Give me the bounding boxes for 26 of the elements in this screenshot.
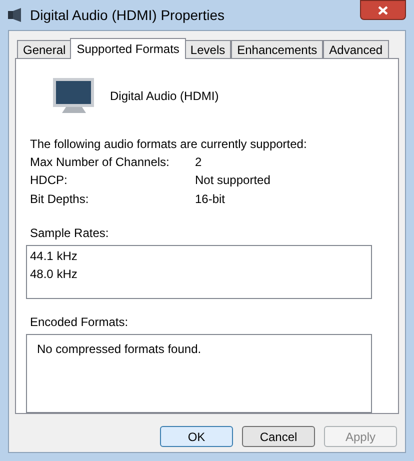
property-value: Not supported: [195, 172, 270, 190]
property-value: 16-bit: [195, 191, 226, 208]
property-value: 2: [195, 154, 202, 171]
tab[interactable]: Advanced: [323, 40, 389, 58]
sample-rates-list[interactable]: 44.1 kHz 48.0 kHz: [26, 245, 372, 300]
speaker-icon: [8, 8, 24, 22]
property-label: HDCP:: [30, 172, 68, 190]
dialog-button[interactable]: Cancel: [242, 426, 315, 447]
device-name: Digital Audio (HDMI): [110, 88, 219, 105]
list-item: 48.0 kHz: [30, 266, 78, 284]
tab[interactable]: Levels: [184, 40, 232, 58]
list-item: No compressed formats found.: [37, 341, 202, 358]
close-icon: [378, 6, 388, 14]
property-label: Max Number of Channels:: [30, 154, 170, 171]
encoded-formats-list[interactable]: No compressed formats found.: [26, 334, 372, 413]
intro-text: The following audio formats are currently supported:: [30, 136, 308, 152]
encoded-formats-label: Encoded Formats:: [30, 314, 130, 332]
list-item: 44.1 kHz: [30, 248, 78, 266]
dialog-button[interactable]: OK: [160, 426, 233, 447]
window-title: Digital Audio (HDMI) Properties: [30, 6, 225, 25]
tab[interactable]: Supported Formats: [70, 38, 186, 59]
sample-rates-label: Sample Rates:: [30, 225, 110, 242]
close-button[interactable]: [360, 0, 406, 20]
tab[interactable]: General: [17, 40, 72, 58]
tab[interactable]: Enhancements: [231, 40, 324, 58]
property-label: Bit Depths:: [30, 191, 90, 208]
